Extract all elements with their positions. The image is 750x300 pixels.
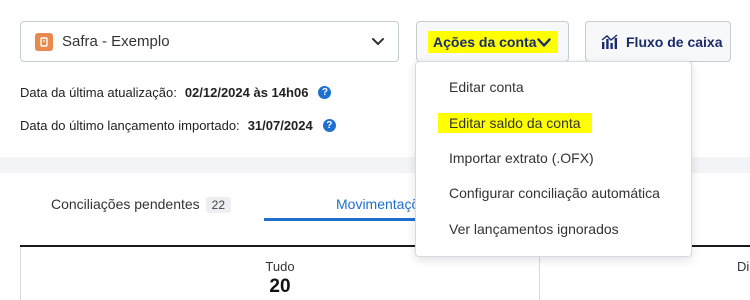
account-actions-label: Ações da conta [433,34,537,50]
help-icon[interactable]: ? [318,86,332,99]
menu-item-import-statement[interactable]: Importar extrato (.OFX) [449,150,594,166]
tab-movements[interactable]: Movimentações [336,196,416,212]
help-icon[interactable]: ? [322,119,336,132]
summary-all-value: 20 [269,276,291,297]
menu-item-auto-reconciliation[interactable]: Configurar conciliação automática [449,185,660,201]
last-update-label: Data da última atualização: [20,85,177,100]
last-import-value: 31/07/2024 [247,118,313,133]
summary-all-label: Tudo [265,259,295,274]
active-tab-indicator [264,218,419,221]
account-select[interactable]: Safra - Exemplo [20,21,399,62]
account-actions-highlight: Ações da conta [428,31,558,53]
last-import-label: Data do último lançamento importado: [20,118,240,133]
last-update-value: 02/12/2024 às 14h06 [184,85,309,100]
tab-pending-label: Conciliações pendentes [51,196,200,212]
summary-right-label: Di [737,259,750,274]
menu-item-edit-account[interactable]: Editar conta [449,79,524,95]
bar-chart-icon [601,34,619,55]
cashflow-label: Fluxo de caixa [626,34,723,50]
account-actions-button[interactable]: Ações da conta [416,21,569,62]
chevron-down-icon[interactable] [371,35,385,54]
last-update-row: Data da última atualização: 02/12/2024 à… [20,85,332,100]
tab-movements-label: Movimentações [336,196,416,212]
bank-logo-icon [35,33,53,51]
account-actions-menu: Editar conta Editar saldo da conta Impor… [415,61,692,257]
menu-item-edit-balance[interactable]: Editar saldo da conta [438,113,592,133]
tab-pending-reconciliations[interactable]: Conciliações pendentes 22 [51,196,232,213]
account-name: Safra - Exemplo [62,33,170,50]
chevron-down-icon [537,36,551,54]
menu-item-ignored-entries[interactable]: Ver lançamentos ignorados [449,221,619,237]
cashflow-button[interactable]: Fluxo de caixa [585,21,731,62]
last-import-row: Data do último lançamento importado: 31/… [20,118,336,133]
pending-count-badge: 22 [205,197,232,213]
